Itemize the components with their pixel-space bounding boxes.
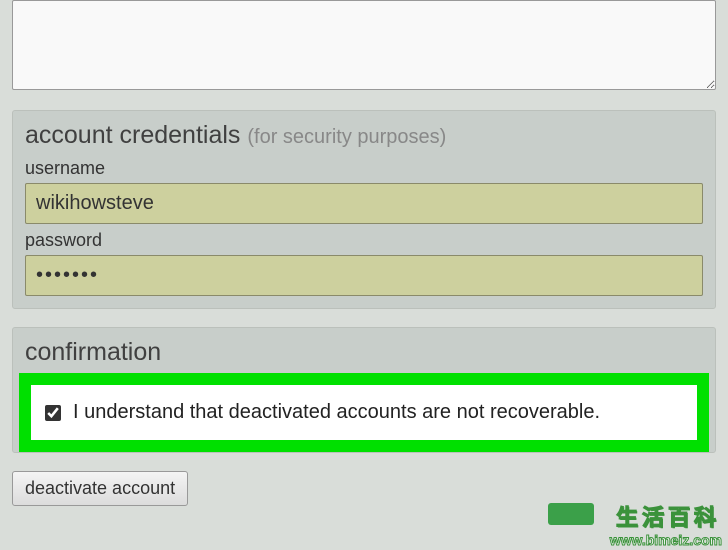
username-input[interactable]: [25, 183, 703, 224]
confirmation-checkbox[interactable]: [45, 405, 61, 421]
password-label: password: [25, 230, 703, 251]
credentials-subtitle: (for security purposes): [247, 126, 446, 148]
button-row: deactivate account: [12, 471, 716, 506]
credentials-panel: account credentials (for security purpos…: [12, 110, 716, 309]
confirmation-text: I understand that deactivated accounts a…: [73, 401, 600, 424]
top-textarea-container: [12, 0, 716, 96]
confirmation-highlight: I understand that deactivated accounts a…: [19, 373, 709, 452]
confirmation-panel: confirmation I understand that deactivat…: [12, 327, 716, 453]
watermark-badge-icon: [548, 503, 594, 525]
credentials-title: account credentials (for security purpos…: [25, 121, 703, 150]
password-input[interactable]: [25, 255, 703, 296]
credentials-title-text: account credentials: [25, 121, 240, 149]
watermark: 生活百科 www.bimeiz.com: [548, 500, 728, 550]
confirmation-box: I understand that deactivated accounts a…: [31, 385, 697, 440]
notes-textarea[interactable]: [12, 0, 716, 90]
watermark-url: www.bimeiz.com: [610, 532, 722, 548]
deactivate-button[interactable]: deactivate account: [12, 471, 188, 506]
confirmation-title: confirmation: [25, 338, 703, 367]
username-label: username: [25, 158, 703, 179]
